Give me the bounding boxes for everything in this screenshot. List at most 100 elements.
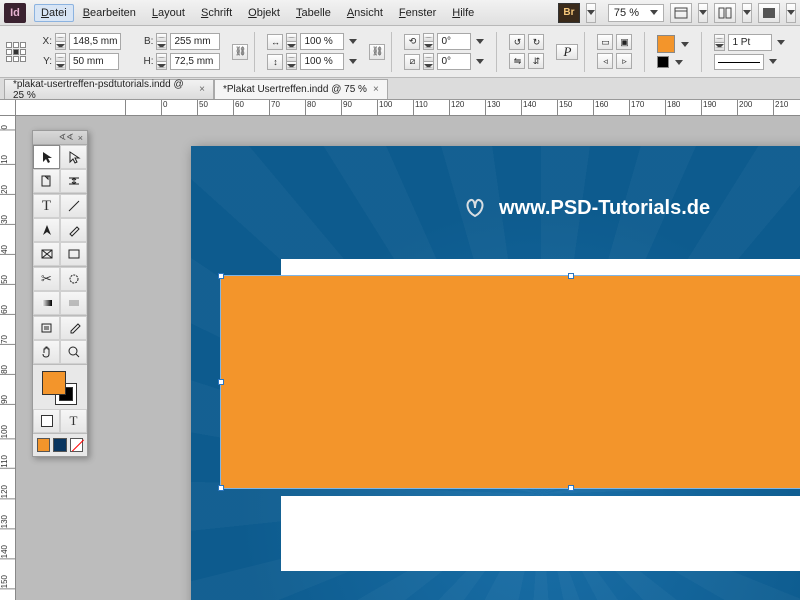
menu-hilfe[interactable]: Hilfe bbox=[445, 4, 481, 22]
selection-handle[interactable] bbox=[568, 273, 574, 279]
tool-selection[interactable] bbox=[33, 145, 60, 169]
tool-type[interactable]: T bbox=[33, 194, 60, 218]
menu-layout[interactable]: Layout bbox=[145, 4, 192, 22]
select-content-icon[interactable]: ▣ bbox=[616, 34, 632, 50]
flip-v-icon[interactable]: ⇵ bbox=[528, 53, 544, 69]
selection-handle[interactable] bbox=[218, 379, 224, 385]
y-stepper[interactable] bbox=[55, 53, 66, 70]
arrange-dropdown[interactable] bbox=[742, 3, 752, 23]
ruler-vertical[interactable]: 0102030405060708090100110120130140150160 bbox=[0, 116, 16, 600]
stroke-style-field[interactable] bbox=[714, 54, 764, 70]
ruler-origin[interactable] bbox=[0, 100, 16, 116]
clear-transform-icon[interactable]: P bbox=[556, 44, 578, 60]
selection-handle[interactable] bbox=[218, 273, 224, 279]
document-tab-2[interactable]: *Plakat Usertreffen.indd @ 75 %× bbox=[214, 79, 388, 99]
tool-line[interactable] bbox=[60, 194, 87, 218]
x-stepper[interactable] bbox=[55, 33, 66, 50]
h-stepper[interactable] bbox=[156, 53, 167, 70]
reference-point-widget[interactable] bbox=[6, 42, 26, 62]
tool-rectangle[interactable] bbox=[60, 242, 87, 266]
zoom-level-field[interactable]: 75 % bbox=[608, 4, 664, 22]
stroke-weight-field[interactable]: 1 Pt bbox=[728, 34, 772, 51]
select-next-icon[interactable]: ▹ bbox=[616, 53, 632, 69]
w-field[interactable]: 255 mm bbox=[170, 33, 220, 50]
select-container-icon[interactable]: ▭ bbox=[597, 34, 613, 50]
rot-stepper[interactable] bbox=[423, 33, 434, 50]
menu-objekt[interactable]: Objekt bbox=[241, 4, 287, 22]
apply-color-button[interactable] bbox=[33, 409, 60, 433]
selection-handle[interactable] bbox=[218, 485, 224, 491]
fill-color-swatch[interactable] bbox=[42, 371, 66, 395]
selection-handle[interactable] bbox=[568, 485, 574, 491]
work-area: 0506070809010011012013014015016017018019… bbox=[0, 100, 800, 600]
constrain-scale-icon[interactable]: ⛓ bbox=[369, 44, 385, 60]
scale-x-icon: ↔ bbox=[267, 34, 283, 50]
menu-bearbeiten[interactable]: Bearbeiten bbox=[76, 4, 143, 22]
flip-h-icon[interactable]: ⇋ bbox=[509, 53, 525, 69]
fill-swatch[interactable] bbox=[657, 35, 675, 53]
h-field[interactable]: 72,5 mm bbox=[170, 53, 220, 70]
tool-direct-selection[interactable] bbox=[60, 145, 87, 169]
close-tab-icon[interactable]: × bbox=[373, 84, 379, 95]
menu-fenster[interactable]: Fenster bbox=[392, 4, 443, 22]
sy-stepper[interactable] bbox=[286, 53, 297, 70]
close-panel-icon[interactable]: × bbox=[78, 133, 83, 143]
tool-pencil[interactable] bbox=[60, 218, 87, 242]
panel-header[interactable]: ∢∢ × bbox=[33, 131, 87, 145]
arrange-button[interactable] bbox=[714, 3, 736, 23]
y-field[interactable]: 50 mm bbox=[69, 53, 119, 70]
x-field[interactable]: 148,5 mm bbox=[69, 33, 121, 50]
site-brand: www.PSD-Tutorials.de bbox=[461, 196, 710, 220]
tool-scissors[interactable]: ✂ bbox=[33, 267, 60, 291]
shear-field[interactable]: 0° bbox=[437, 53, 471, 70]
tool-pen[interactable] bbox=[33, 218, 60, 242]
constrain-wh-icon[interactable]: ⛓ bbox=[232, 44, 248, 60]
scale-y-field[interactable]: 100 % bbox=[300, 53, 344, 70]
tool-hand[interactable] bbox=[33, 340, 60, 364]
tool-page[interactable] bbox=[33, 169, 60, 193]
menu-ansicht[interactable]: Ansicht bbox=[340, 4, 390, 22]
w-stepper[interactable] bbox=[156, 33, 167, 50]
selected-rectangle[interactable] bbox=[221, 276, 800, 488]
screen-mode-button[interactable] bbox=[758, 3, 780, 23]
rotate-field[interactable]: 0° bbox=[437, 33, 471, 50]
tool-rect-frame[interactable] bbox=[33, 242, 60, 266]
view-mode-dropdown-1[interactable] bbox=[698, 3, 708, 23]
tools-panel[interactable]: ∢∢ × T ✂ T bbox=[32, 130, 88, 457]
stroke-w-stepper[interactable] bbox=[714, 34, 725, 51]
app-logo-indesign: Id bbox=[4, 3, 26, 23]
apply-gradient[interactable] bbox=[53, 438, 66, 452]
menu-schrift[interactable]: Schrift bbox=[194, 4, 239, 22]
scale-x-field[interactable]: 100 % bbox=[300, 33, 344, 50]
page[interactable]: www.PSD-Tutorials.de bbox=[191, 146, 800, 600]
screen-mode-dropdown[interactable] bbox=[786, 3, 796, 23]
bridge-dropdown[interactable] bbox=[586, 3, 596, 23]
shear-stepper[interactable] bbox=[423, 53, 434, 70]
menu-tabelle[interactable]: Tabelle bbox=[289, 4, 338, 22]
sx-stepper[interactable] bbox=[286, 33, 297, 50]
collapse-icon[interactable]: ∢∢ bbox=[59, 132, 74, 143]
tool-note[interactable] bbox=[33, 316, 60, 340]
tool-gradient-swatch[interactable] bbox=[33, 291, 60, 315]
apply-none[interactable] bbox=[70, 438, 83, 452]
canvas-pasteboard[interactable]: www.PSD-Tutorials.de bbox=[16, 116, 800, 600]
view-mode-button-1[interactable] bbox=[670, 3, 692, 23]
select-prev-icon[interactable]: ◃ bbox=[597, 53, 613, 69]
rotate-ccw-icon[interactable]: ↺ bbox=[509, 34, 525, 50]
tool-zoom[interactable] bbox=[60, 340, 87, 364]
apply-solid[interactable] bbox=[37, 438, 50, 452]
tool-free-transform[interactable] bbox=[60, 267, 87, 291]
document-tab-1[interactable]: *plakat-usertreffen-psdtutorials.indd @ … bbox=[4, 79, 214, 99]
bridge-button[interactable]: Br bbox=[558, 3, 580, 23]
menu-datei[interactable]: DDateiatei bbox=[34, 4, 74, 22]
ruler-horizontal[interactable]: 0506070809010011012013014015016017018019… bbox=[16, 100, 800, 116]
white-strip-bottom bbox=[281, 496, 800, 571]
tool-eyedropper[interactable] bbox=[60, 316, 87, 340]
rotate-cw-icon[interactable]: ↻ bbox=[528, 34, 544, 50]
tool-gradient-feather[interactable] bbox=[60, 291, 87, 315]
stroke-swatch[interactable] bbox=[657, 56, 669, 68]
tool-gap[interactable] bbox=[60, 169, 87, 193]
apply-text-button[interactable]: T bbox=[60, 409, 87, 433]
close-tab-icon[interactable]: × bbox=[199, 84, 205, 95]
fill-stroke-swatches[interactable] bbox=[33, 365, 87, 409]
